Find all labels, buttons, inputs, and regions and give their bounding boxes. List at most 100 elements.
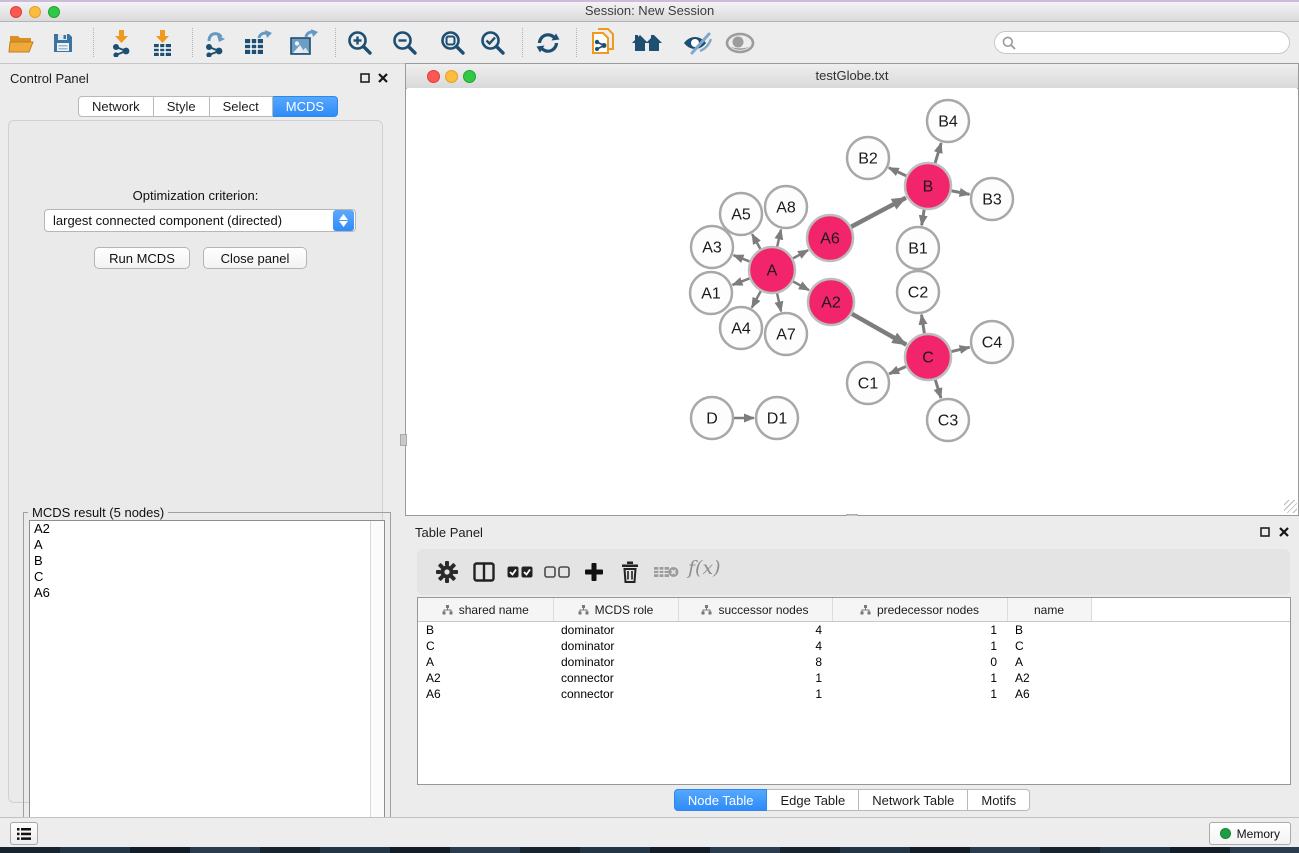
table-cell[interactable]: A2: [418, 670, 553, 686]
column-header-shared-name[interactable]: shared name: [418, 598, 553, 622]
search-field[interactable]: [994, 31, 1290, 54]
edge-B-B3[interactable]: [951, 191, 970, 195]
export-image-button[interactable]: [287, 27, 319, 59]
criterion-dropdown[interactable]: largest connected component (directed): [44, 209, 356, 232]
table-cell[interactable]: A6: [1007, 686, 1091, 702]
column-header-successor-nodes[interactable]: successor nodes: [678, 598, 832, 622]
close-panel-icon[interactable]: [375, 70, 390, 85]
import-table-button[interactable]: [147, 27, 179, 59]
edge-A6-B[interactable]: [850, 198, 906, 228]
edge-A-A2[interactable]: [792, 281, 809, 290]
edge-A-A6[interactable]: [792, 250, 808, 259]
run-mcds-button[interactable]: Run MCDS: [94, 247, 190, 269]
node-table[interactable]: shared nameMCDS rolesuccessor nodesprede…: [417, 597, 1291, 785]
table-cell[interactable]: A6: [418, 686, 553, 702]
table-cell[interactable]: 1: [678, 670, 832, 686]
zoom-fit-button[interactable]: [437, 27, 469, 59]
hide-details-button[interactable]: [681, 27, 713, 59]
network-window-titlebar[interactable]: testGlobe.txt: [406, 64, 1298, 89]
float-panel-icon[interactable]: [357, 70, 372, 85]
table-cell[interactable]: connector: [553, 686, 678, 702]
edge-A-A7[interactable]: [777, 293, 781, 312]
edge-B-B2[interactable]: [889, 168, 907, 177]
table-cell[interactable]: 4: [678, 622, 832, 639]
tab-select[interactable]: Select: [210, 96, 273, 117]
function-builder-button[interactable]: f(x): [688, 557, 721, 579]
search-input[interactable]: [1021, 34, 1289, 51]
edge-A-A1[interactable]: [733, 278, 751, 285]
table-row[interactable]: Cdominator41C: [418, 638, 1290, 654]
table-cell[interactable]: C: [418, 638, 553, 654]
export-table-button[interactable]: [241, 27, 273, 59]
table-cell[interactable]: 0: [832, 654, 1007, 670]
edge-A2-C[interactable]: [851, 313, 906, 344]
tab-network-table[interactable]: Network Table: [859, 789, 968, 811]
table-row[interactable]: Adominator80A: [418, 654, 1290, 670]
edge-A-A4[interactable]: [752, 290, 761, 307]
window-resize-grip[interactable]: [1284, 500, 1297, 513]
deselect-all-button[interactable]: [541, 556, 573, 588]
edge-A-A8[interactable]: [777, 230, 781, 248]
edge-A-A3[interactable]: [734, 255, 751, 262]
tab-mcds[interactable]: MCDS: [273, 96, 338, 117]
save-session-button[interactable]: [47, 27, 79, 59]
table-cell[interactable]: dominator: [553, 654, 678, 670]
select-all-button[interactable]: [504, 556, 536, 588]
export-network-button[interactable]: [199, 27, 231, 59]
table-cell[interactable]: 1: [832, 670, 1007, 686]
task-history-button[interactable]: [10, 822, 38, 845]
add-column-button[interactable]: [578, 556, 610, 588]
tab-node-table[interactable]: Node Table: [674, 789, 768, 811]
open-session-button[interactable]: [5, 27, 37, 59]
table-cell[interactable]: 1: [832, 622, 1007, 639]
table-row[interactable]: Bdominator41B: [418, 622, 1290, 639]
table-cell[interactable]: dominator: [553, 622, 678, 639]
close-panel-button[interactable]: Close panel: [203, 247, 307, 269]
column-header-name[interactable]: name: [1007, 598, 1091, 622]
result-list-item[interactable]: C: [30, 569, 384, 585]
network-graph[interactable]: AA1A2A3A4A5A6A7A8BB1B2B3B4CC1C2C3C4DD1: [407, 88, 1297, 514]
tab-network[interactable]: Network: [78, 96, 154, 117]
edge-C-C2[interactable]: [922, 315, 925, 335]
table-cell[interactable]: connector: [553, 670, 678, 686]
result-list-item[interactable]: B: [30, 553, 384, 569]
column-header-MCDS-role[interactable]: MCDS role: [553, 598, 678, 622]
splitter-handle-vertical[interactable]: [400, 434, 407, 446]
table-row[interactable]: A2connector11A2: [418, 670, 1290, 686]
zoom-in-button[interactable]: [344, 27, 376, 59]
zoom-selected-button[interactable]: [477, 27, 509, 59]
result-list-item[interactable]: A2: [30, 521, 384, 537]
edge-C-C4[interactable]: [950, 347, 969, 352]
table-cell[interactable]: 1: [832, 638, 1007, 654]
float-table-panel-icon[interactable]: [1257, 524, 1272, 539]
result-list-scrollbar[interactable]: [370, 521, 384, 851]
table-cell[interactable]: 4: [678, 638, 832, 654]
table-cell[interactable]: A: [418, 654, 553, 670]
table-cell[interactable]: B: [1007, 622, 1091, 639]
zoom-out-button[interactable]: [389, 27, 421, 59]
edge-B-B4[interactable]: [935, 143, 941, 164]
network-canvas[interactable]: AA1A2A3A4A5A6A7A8BB1B2B3B4CC1C2C3C4DD1: [407, 88, 1297, 514]
clone-network-button[interactable]: [587, 27, 619, 59]
import-network-button[interactable]: [106, 27, 138, 59]
table-cell[interactable]: 8: [678, 654, 832, 670]
show-details-button[interactable]: [724, 27, 756, 59]
column-layout-button[interactable]: [468, 556, 500, 588]
mcds-result-list[interactable]: A2ABCA6: [29, 520, 385, 852]
table-cell[interactable]: dominator: [553, 638, 678, 654]
tab-motifs[interactable]: Motifs: [968, 789, 1030, 811]
home-button[interactable]: [631, 27, 663, 59]
close-table-panel-icon[interactable]: [1276, 524, 1291, 539]
memory-button[interactable]: Memory: [1209, 822, 1291, 845]
table-cell[interactable]: 1: [832, 686, 1007, 702]
table-cell[interactable]: 1: [678, 686, 832, 702]
result-list-item[interactable]: A6: [30, 585, 384, 601]
edge-C-C1[interactable]: [889, 366, 907, 374]
table-cell[interactable]: A2: [1007, 670, 1091, 686]
table-cell[interactable]: B: [418, 622, 553, 639]
table-row[interactable]: A6connector11A6: [418, 686, 1290, 702]
table-settings-button[interactable]: [431, 556, 463, 588]
edge-B-B1[interactable]: [922, 209, 925, 226]
tab-edge-table[interactable]: Edge Table: [767, 789, 859, 811]
tab-style[interactable]: Style: [154, 96, 210, 117]
